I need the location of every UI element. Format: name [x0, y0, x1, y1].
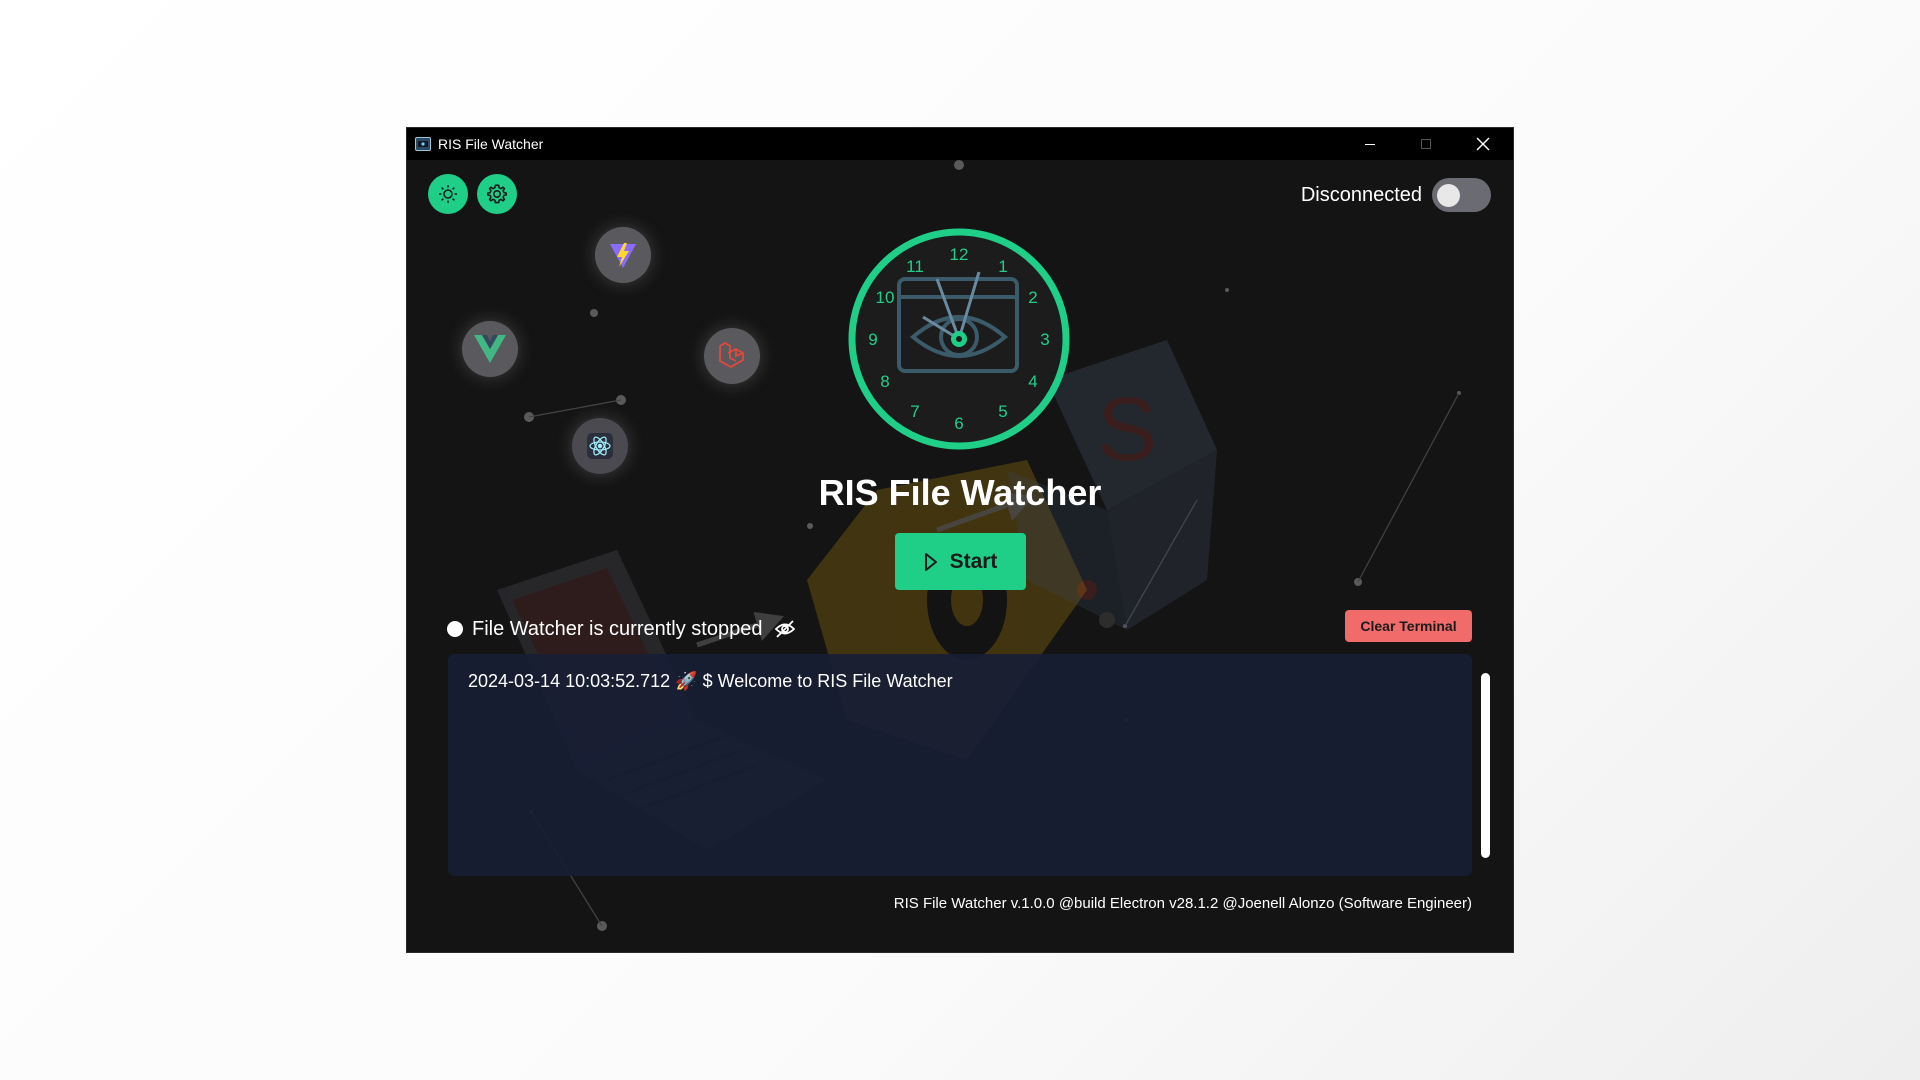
- gear-icon: [487, 184, 507, 204]
- clock-number: 8: [880, 372, 889, 391]
- clock-number: 2: [1028, 288, 1037, 307]
- laravel-icon: [704, 328, 760, 384]
- app-window-icon: [415, 137, 431, 151]
- theme-toggle-button[interactable]: [428, 174, 468, 214]
- clock-number: 1: [998, 257, 1007, 276]
- app-title: RIS File Watcher: [818, 472, 1102, 513]
- close-icon: [1476, 137, 1490, 151]
- close-window-button[interactable]: [1455, 128, 1511, 160]
- clock-number: 6: [954, 414, 963, 433]
- connection-toggle[interactable]: [1432, 178, 1491, 212]
- settings-button[interactable]: [477, 174, 517, 214]
- window-title: RIS File Watcher: [438, 136, 544, 152]
- maximize-icon: [1421, 139, 1431, 149]
- connection-status-label: Disconnected: [1300, 184, 1422, 206]
- eye-off-icon: [775, 620, 796, 638]
- start-button[interactable]: Start: [895, 533, 1026, 590]
- clock-number: 7: [910, 402, 919, 421]
- vite-icon: [595, 227, 651, 283]
- clock-number: 3: [1040, 330, 1049, 349]
- terminal-scrollbar[interactable]: [1481, 673, 1490, 858]
- toggle-knob: [1437, 184, 1460, 207]
- electron-icon: [572, 418, 628, 474]
- minimize-button[interactable]: [1342, 128, 1398, 160]
- clock-number: 12: [950, 245, 969, 264]
- status-indicator-dot: [447, 621, 463, 637]
- clock-number: 11: [906, 257, 924, 276]
- clear-terminal-button[interactable]: Clear Terminal: [1345, 610, 1472, 642]
- start-button-label: Start: [949, 549, 998, 573]
- title-bar[interactable]: RIS File Watcher: [407, 128, 1513, 160]
- terminal-log-line: 2024-03-14 10:03:52.712 🚀 $ Welcome to R…: [468, 671, 953, 691]
- vue-icon: [462, 321, 518, 377]
- footer-version-text: RIS File Watcher v.1.0.0 @build Electron…: [893, 895, 1472, 912]
- minimize-icon: [1365, 144, 1375, 145]
- clock-number: 9: [868, 330, 877, 349]
- clock-number: 4: [1028, 372, 1037, 391]
- clock-number: 10: [876, 288, 895, 307]
- terminal-output[interactable]: 2024-03-14 10:03:52.712 🚀 $ Welcome to R…: [448, 654, 1490, 876]
- status-text: File Watcher is currently stopped: [472, 617, 763, 640]
- main-content: Disconnected 12 1 2 3 4 5 6 7 8 9 10 11 …: [407, 160, 1513, 952]
- maximize-button[interactable]: [1398, 128, 1454, 160]
- watcher-status: File Watcher is currently stopped: [447, 615, 796, 643]
- clock-number: 5: [998, 402, 1007, 421]
- sun-icon: [439, 185, 457, 203]
- play-icon: [924, 552, 937, 571]
- clock-logo: 12 1 2 3 4 5 6 7 8 9 10 11: [848, 228, 1070, 450]
- app-window: RIS File Watcher S Disconnected 12 1 2 3…: [407, 128, 1513, 952]
